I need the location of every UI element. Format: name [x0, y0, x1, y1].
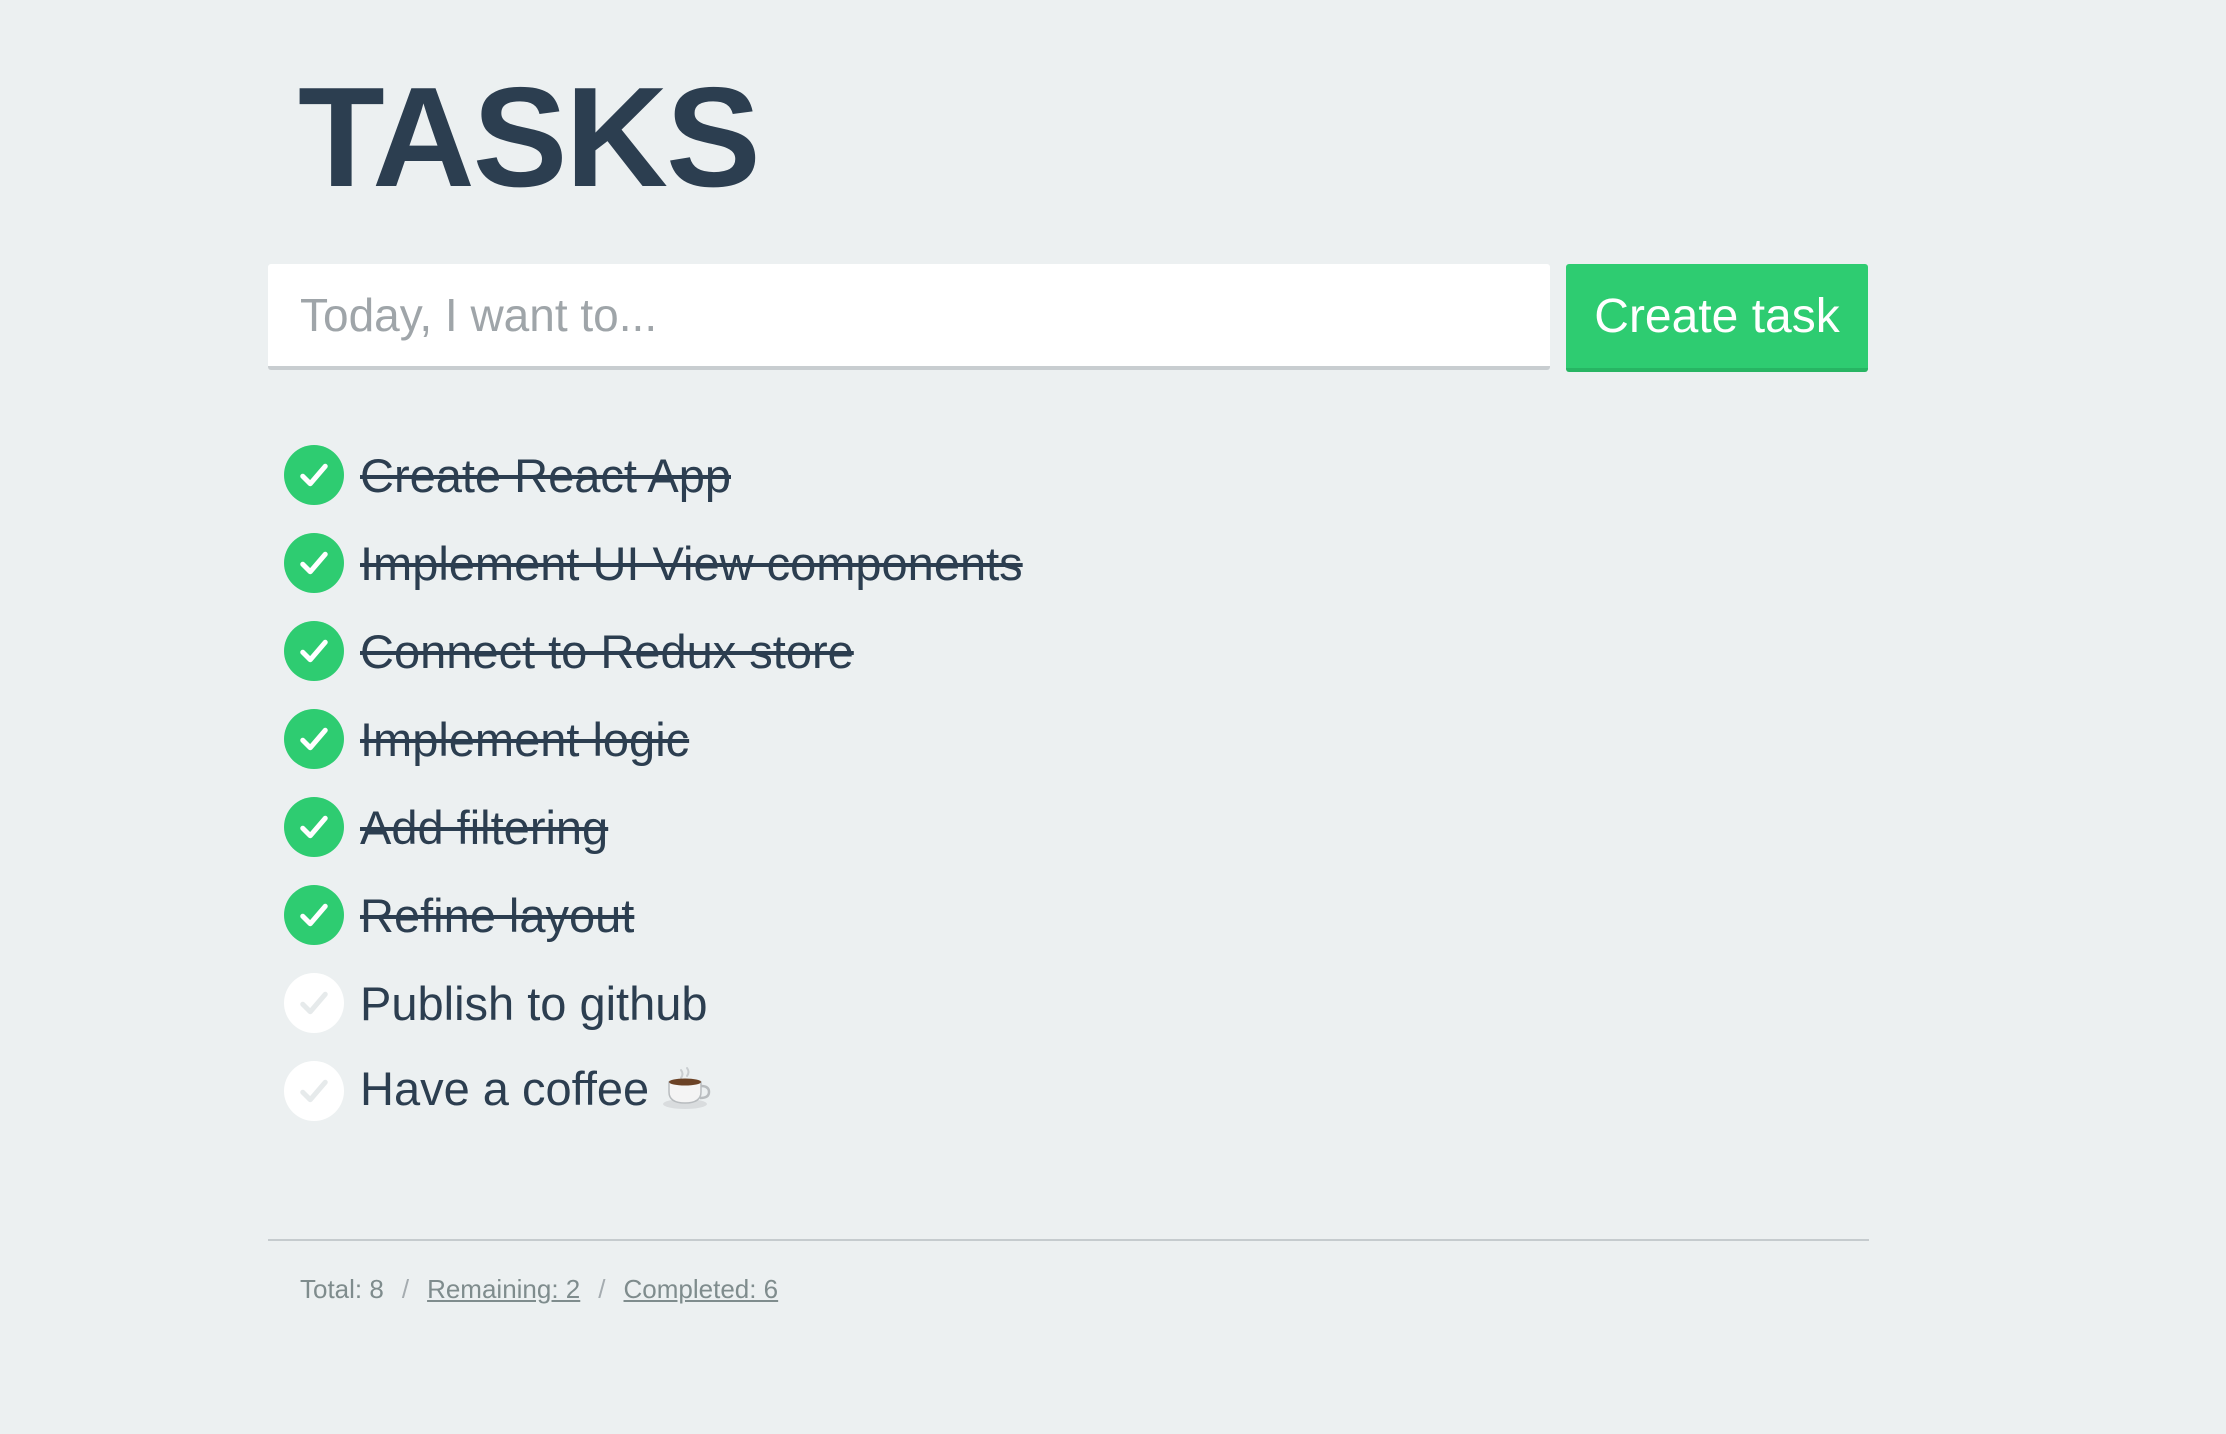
task-item: Implement logic [284, 695, 1023, 783]
task-label-text: Have a coffee [360, 1062, 650, 1116]
task-item: Add filtering [284, 783, 1023, 871]
coffee-cup-icon [661, 1066, 711, 1121]
checkmark-icon [300, 903, 328, 927]
create-task-button[interactable]: Create task [1566, 264, 1868, 372]
task-label: Create React App [360, 448, 731, 502]
task-label: Connect to Redux store [360, 624, 854, 678]
task-complete-toggle[interactable] [284, 533, 344, 593]
task-item: Have a coffee [284, 1047, 1023, 1135]
task-complete-toggle[interactable] [284, 621, 344, 681]
checkmark-icon [300, 463, 328, 487]
task-complete-toggle[interactable] [284, 885, 344, 945]
task-item: Create React App [284, 431, 1023, 519]
task-complete-toggle[interactable] [284, 973, 344, 1033]
task-complete-toggle[interactable] [284, 709, 344, 769]
task-list: Create React App Implement UI View compo… [284, 431, 1023, 1135]
task-item: Implement UI View components [284, 519, 1023, 607]
task-item: Connect to Redux store [284, 607, 1023, 695]
task-label: Refine layout [360, 888, 635, 942]
task-item: Publish to github [284, 959, 1023, 1047]
page-title: TASKS [298, 58, 761, 217]
footer-divider [268, 1239, 1869, 1241]
new-task-input[interactable] [268, 264, 1550, 370]
completed-filter-link[interactable]: Completed: 6 [624, 1274, 779, 1305]
task-label: Have a coffee [360, 1061, 711, 1120]
checkmark-icon [300, 727, 328, 751]
task-complete-toggle[interactable] [284, 797, 344, 857]
checkmark-icon [300, 1079, 328, 1103]
task-label: Publish to github [360, 976, 708, 1030]
total-count: Total: 8 [300, 1274, 384, 1304]
task-complete-toggle[interactable] [284, 445, 344, 505]
footer-separator: / [401, 1274, 410, 1304]
task-complete-toggle[interactable] [284, 1061, 344, 1121]
checkmark-icon [300, 639, 328, 663]
remaining-filter-link[interactable]: Remaining: 2 [427, 1274, 580, 1305]
task-label: Implement logic [360, 712, 690, 766]
checkmark-icon [300, 991, 328, 1015]
task-stats-footer: Total: 8 / Remaining: 2 / Completed: 6 [300, 1274, 778, 1305]
task-label: Add filtering [360, 800, 609, 854]
checkmark-icon [300, 815, 328, 839]
checkmark-icon [300, 551, 328, 575]
tasks-app: TASKS Create task Create React App Imple… [0, 0, 2226, 1434]
task-item: Refine layout [284, 871, 1023, 959]
task-composer: Create task [268, 264, 1869, 372]
task-label: Implement UI View components [360, 536, 1023, 590]
footer-separator: / [598, 1274, 606, 1304]
